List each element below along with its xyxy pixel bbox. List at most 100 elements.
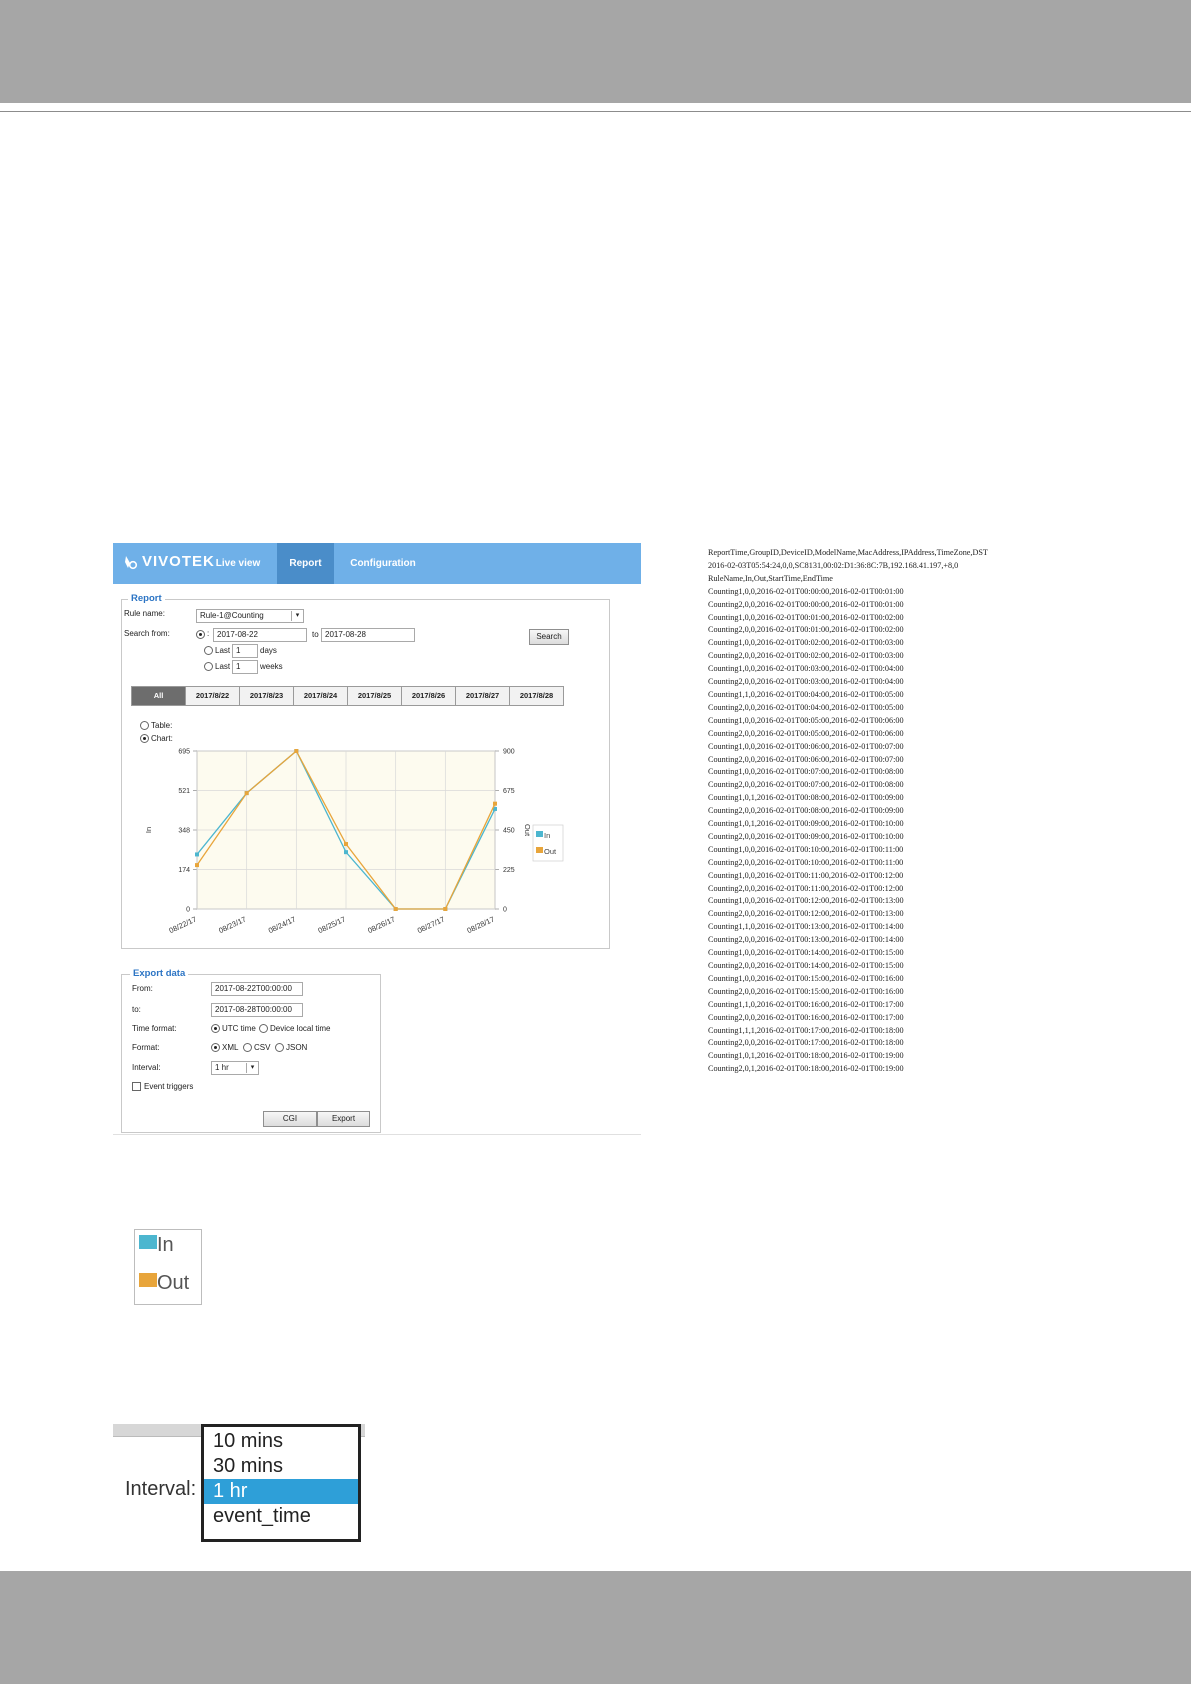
log-line: Counting1,1,1,2016-02-01T00:17:00,2016-0… <box>708 1025 904 1035</box>
header-divider <box>0 111 1191 112</box>
log-line: Counting2,0,0,2016-02-01T00:13:00,2016-0… <box>708 935 904 945</box>
date-tab[interactable]: 2017/8/25 <box>347 686 402 706</box>
rule-name-value: Rule-1@Counting <box>200 611 264 620</box>
log-line: ReportTime,GroupID,DeviceID,ModelName,Ma… <box>708 548 988 557</box>
json-label: JSON <box>286 1043 308 1052</box>
y-right-tick-label: 225 <box>503 867 515 874</box>
date-tab[interactable]: 2017/8/26 <box>401 686 456 706</box>
last-weeks-label: Last <box>215 662 231 671</box>
vivotek-logo-icon <box>125 555 138 569</box>
interval-options-list: 10 mins 30 mins 1 hr event_time <box>201 1424 361 1542</box>
chevron-down-icon: ▾ <box>291 611 303 621</box>
date-tab[interactable]: 2017/8/23 <box>239 686 294 706</box>
log-line: Counting1,0,0,2016-02-01T00:02:00,2016-0… <box>708 638 904 648</box>
device-local-time-radio[interactable] <box>259 1024 268 1033</box>
rule-name-select[interactable]: Rule-1@Counting ▾ <box>196 609 304 623</box>
log-line: Counting2,0,0,2016-02-01T00:12:00,2016-0… <box>708 909 904 919</box>
last-days-radio[interactable] <box>204 646 213 655</box>
log-line: Counting2,0,0,2016-02-01T00:03:00,2016-0… <box>708 677 904 687</box>
to-date-input[interactable]: 2017-08-28 <box>321 628 415 642</box>
export-to-input[interactable]: 2017-08-28T00:00:00 <box>211 1003 303 1017</box>
date-tab[interactable]: 2017/8/27 <box>455 686 510 706</box>
log-line: Counting1,0,0,2016-02-01T00:05:00,2016-0… <box>708 715 904 725</box>
json-radio[interactable] <box>275 1043 284 1052</box>
log-line: Counting2,0,0,2016-02-01T00:07:00,2016-0… <box>708 780 904 790</box>
in-swatch <box>139 1235 157 1249</box>
interval-option[interactable]: 30 mins <box>204 1454 358 1479</box>
legend-label-out: Out <box>544 847 557 856</box>
log-line: Counting2,0,0,2016-02-01T00:15:00,2016-0… <box>708 986 904 996</box>
interval-option-selected[interactable]: 1 hr <box>204 1479 358 1504</box>
zoomed-legend-out-label: Out <box>157 1272 190 1294</box>
top-nav: VIVOTEK Live view Report Configuration <box>113 543 641 584</box>
last-days-label: Last <box>215 646 231 655</box>
export-from-label: From: <box>132 984 153 993</box>
event-triggers-checkbox[interactable] <box>132 1082 141 1091</box>
utc-time-radio[interactable] <box>211 1024 220 1033</box>
y-left-tick-label: 521 <box>178 788 190 795</box>
xml-radio[interactable] <box>211 1043 220 1052</box>
y-right-tick-label: 675 <box>503 788 515 795</box>
log-line: Counting2,0,0,2016-02-01T00:16:00,2016-0… <box>708 1012 904 1022</box>
search-button[interactable]: Search <box>529 629 569 645</box>
date-tab-all[interactable]: All <box>131 686 186 706</box>
range-radio[interactable] <box>196 630 205 639</box>
brand-name: VIVOTEK <box>142 553 215 570</box>
x-tick-label: 08/26/17 <box>366 915 396 935</box>
view-table-radio[interactable] <box>140 721 149 730</box>
date-tab[interactable]: 2017/8/28 <box>509 686 564 706</box>
interval-option[interactable]: event_time <box>204 1504 358 1529</box>
export-from-input[interactable]: 2017-08-22T00:00:00 <box>211 982 303 996</box>
interval-select[interactable]: 1 hr ▾ <box>211 1061 259 1075</box>
export-section: Export data From: 2017-08-22T00:00:00 to… <box>121 968 381 1133</box>
data-point-out <box>493 801 497 806</box>
log-line: Counting1,1,0,2016-02-01T00:16:00,2016-0… <box>708 999 904 1009</box>
y-right-axis-label: Out <box>523 824 532 837</box>
interval-option[interactable]: 10 mins <box>204 1429 358 1454</box>
log-line: Counting2,0,0,2016-02-01T00:08:00,2016-0… <box>708 806 904 816</box>
last-weeks-radio[interactable] <box>204 662 213 671</box>
last-weeks-input[interactable]: 1 <box>232 660 258 674</box>
data-point-out <box>344 842 348 847</box>
log-line: Counting1,1,0,2016-02-01T00:13:00,2016-0… <box>708 922 904 932</box>
data-point-in <box>344 850 348 855</box>
log-line: Counting2,0,0,2016-02-01T00:09:00,2016-0… <box>708 831 904 841</box>
y-right-tick-label: 450 <box>503 828 515 835</box>
log-line: Counting2,0,0,2016-02-01T00:00:00,2016-0… <box>708 599 904 609</box>
view-chart-radio[interactable] <box>140 734 149 743</box>
csv-radio[interactable] <box>243 1043 252 1052</box>
from-date-input[interactable]: 2017-08-22 <box>213 628 307 642</box>
tab-report[interactable]: Report <box>277 543 334 584</box>
zoomed-legend-out: Out <box>139 1273 189 1293</box>
log-line: Counting1,0,0,2016-02-01T00:03:00,2016-0… <box>708 664 904 674</box>
log-line: Counting2,0,0,2016-02-01T00:01:00,2016-0… <box>708 625 904 635</box>
chevron-down-icon: ▾ <box>246 1063 258 1073</box>
log-line: Counting2,0,0,2016-02-01T00:06:00,2016-0… <box>708 754 904 764</box>
app-bottom-divider <box>113 1134 641 1135</box>
counting-chart: 0 174 348 521 695 0 225 450 675 900 08/22/17 08/23/… <box>144 749 564 935</box>
cgi-button[interactable]: CGI <box>263 1111 317 1127</box>
tab-configuration[interactable]: Configuration <box>343 543 423 584</box>
date-tab[interactable]: 2017/8/22 <box>185 686 240 706</box>
brand-logo: VIVOTEK <box>123 553 215 570</box>
tab-live-view[interactable]: Live view <box>209 543 267 584</box>
export-to-label: to: <box>132 1005 141 1014</box>
event-triggers-label: Event triggers <box>144 1082 194 1091</box>
last-days-input[interactable]: 1 <box>232 644 258 658</box>
view-chart-label: Chart: <box>151 734 173 743</box>
export-button[interactable]: Export <box>317 1111 370 1127</box>
legend-swatch-out <box>536 847 543 853</box>
y-right-tick-label: 0 <box>503 907 507 914</box>
days-label: days <box>260 646 277 655</box>
data-point-in <box>195 852 199 857</box>
log-line: Counting1,0,0,2016-02-01T00:10:00,2016-0… <box>708 844 904 854</box>
log-line: Counting2,0,0,2016-02-01T00:17:00,2016-0… <box>708 1038 904 1048</box>
x-tick-label: 08/22/17 <box>168 915 198 935</box>
date-tab[interactable]: 2017/8/24 <box>293 686 348 706</box>
data-point-out <box>244 791 249 796</box>
data-point-out <box>393 907 398 911</box>
legend-swatch-in <box>536 831 543 837</box>
log-line: Counting1,0,1,2016-02-01T00:18:00,2016-0… <box>708 1051 904 1061</box>
x-tick-label: 08/23/17 <box>217 915 247 935</box>
zoomed-interval-dropdown: Interval: 10 mins 30 mins 1 hr event_tim… <box>113 1422 368 1546</box>
